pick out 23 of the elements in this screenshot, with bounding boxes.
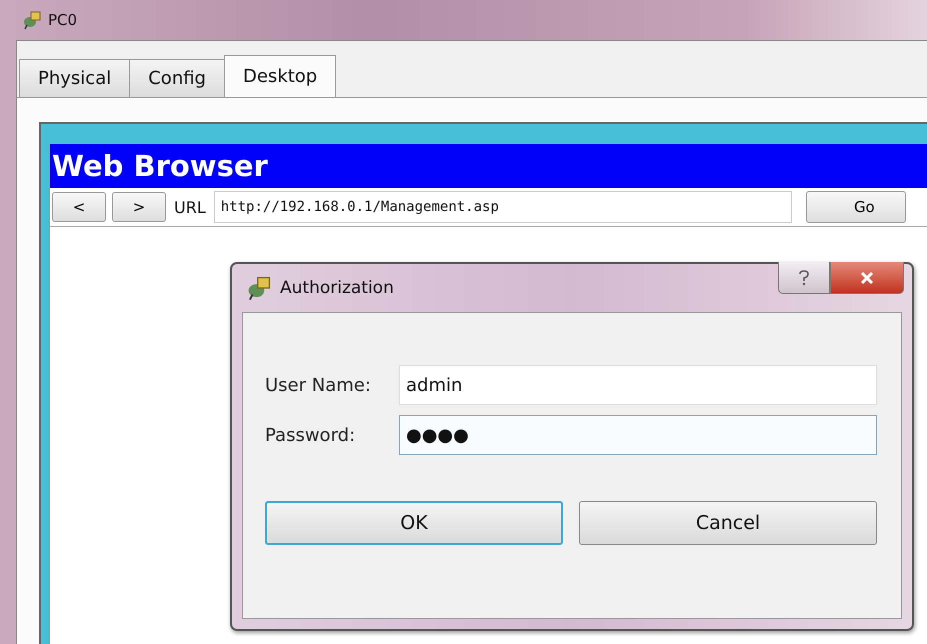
back-button[interactable]: < (52, 192, 106, 222)
tab[interactable]: Physical (19, 59, 130, 97)
forward-button[interactable]: > (112, 192, 166, 222)
question-mark-icon (799, 270, 809, 286)
network-device-icon (246, 275, 272, 301)
url-field[interactable]: http://192.168.0.1/Management.asp (214, 191, 792, 223)
browser-title: Web Browser (50, 144, 927, 188)
dialog-button[interactable]: OK (265, 501, 563, 545)
tab[interactable]: Config (129, 59, 225, 97)
close-button[interactable] (830, 262, 904, 294)
help-button[interactable] (778, 262, 830, 294)
close-icon (860, 272, 874, 284)
input-field[interactable]: ●●●● (399, 415, 877, 455)
go-button[interactable]: Go (806, 191, 906, 223)
dialog-button[interactable]: Cancel (579, 501, 877, 545)
input-field[interactable]: admin (399, 365, 877, 405)
url-label: URL (174, 198, 206, 216)
tab[interactable]: Desktop (224, 55, 336, 97)
network-device-icon (22, 10, 42, 30)
field-label: User Name: (265, 374, 372, 396)
field-label: Password: (265, 424, 356, 446)
dialog-title: Authorization (280, 278, 394, 298)
window-title: PC0 (48, 11, 78, 29)
